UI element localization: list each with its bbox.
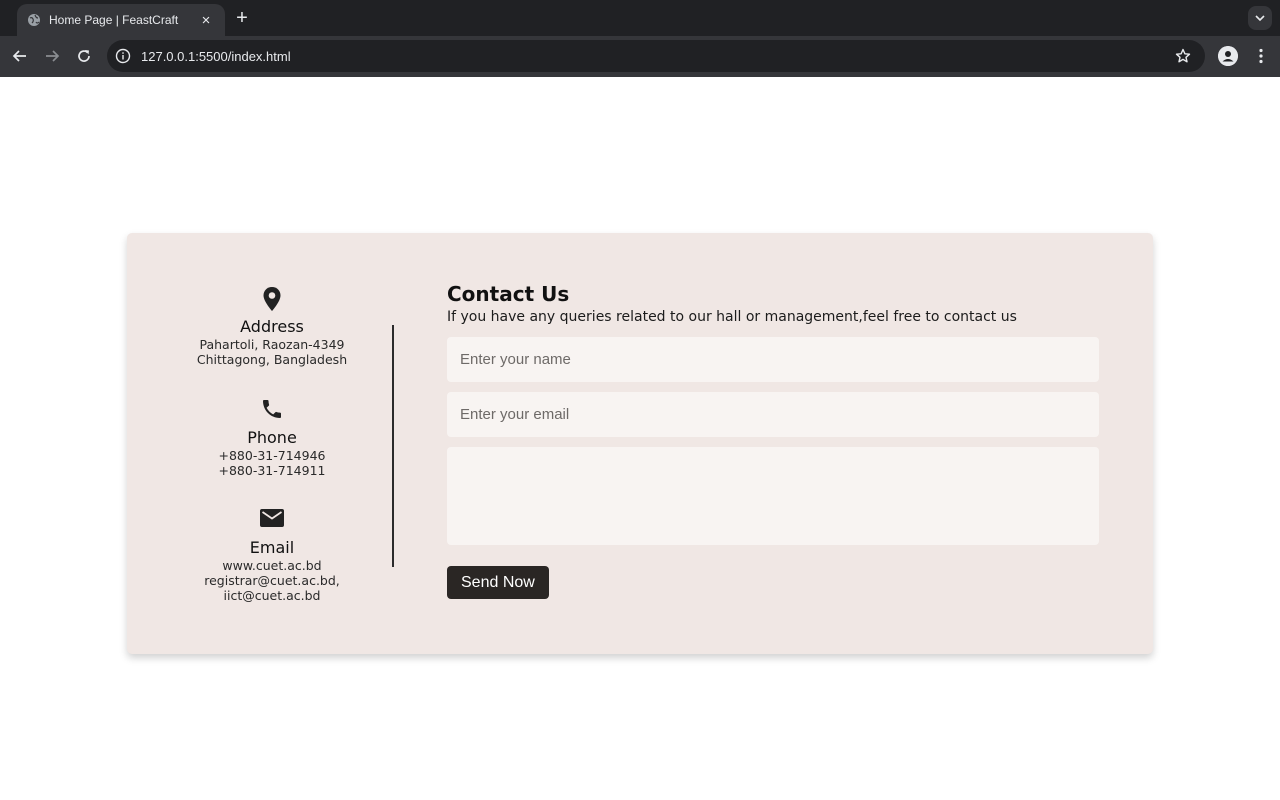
- tab-strip: Home Page | FeastCraft × +: [0, 0, 1280, 36]
- name-input[interactable]: [447, 337, 1099, 382]
- contact-info-column: Address Pahartoli, Raozan-4349 Chittagon…: [127, 233, 417, 654]
- new-tab-button[interactable]: +: [231, 7, 253, 29]
- address-line: Chittagong, Bangladesh: [196, 352, 348, 367]
- url-text: 127.0.0.1:5500/index.html: [141, 48, 291, 64]
- back-button[interactable]: [8, 44, 32, 68]
- reload-icon: [78, 50, 90, 62]
- bookmark-star-icon[interactable]: [1173, 46, 1193, 66]
- phone-icon: [263, 400, 281, 418]
- arrow-left-icon: [12, 50, 26, 62]
- browser-tab[interactable]: Home Page | FeastCraft ×: [17, 4, 225, 36]
- email-line: registrar@cuet.ac.bd,: [204, 573, 340, 588]
- forward-button[interactable]: [40, 44, 64, 68]
- browser-toolbar: 127.0.0.1:5500/index.html: [0, 36, 1280, 77]
- browser-menu-icon[interactable]: [1250, 44, 1272, 68]
- send-now-button[interactable]: Send Now: [447, 566, 549, 599]
- address-heading: Address: [240, 317, 304, 336]
- site-info-icon[interactable]: [115, 48, 131, 64]
- address-line: Pahartoli, Raozan-4349: [199, 337, 345, 352]
- message-textarea[interactable]: [447, 447, 1099, 545]
- email-line: www.cuet.ac.bd: [222, 558, 322, 573]
- phone-block: Phone +880-31-714946 +880-31-714911: [127, 397, 417, 478]
- email-input[interactable]: [447, 392, 1099, 437]
- address-block: Address Pahartoli, Raozan-4349 Chittagon…: [127, 286, 417, 367]
- map-pin-icon: [263, 287, 281, 311]
- envelope-icon: [260, 509, 284, 527]
- tab-search-button[interactable]: [1248, 6, 1272, 30]
- arrow-right-icon: [46, 50, 60, 62]
- phone-line: +880-31-714946: [218, 448, 326, 463]
- phone-heading: Phone: [247, 428, 297, 447]
- address-bar[interactable]: 127.0.0.1:5500/index.html: [107, 40, 1205, 72]
- email-line: iict@cuet.ac.bd: [223, 588, 321, 603]
- tab-close-icon[interactable]: ×: [197, 11, 215, 29]
- contact-card: Address Pahartoli, Raozan-4349 Chittagon…: [127, 233, 1153, 654]
- chevron-down-icon: [1255, 15, 1265, 22]
- form-title: Contact Us: [447, 282, 570, 306]
- email-block: Email www.cuet.ac.bd registrar@cuet.ac.b…: [127, 507, 417, 603]
- profile-avatar-icon[interactable]: [1218, 46, 1238, 66]
- reload-button[interactable]: [72, 44, 96, 68]
- email-heading: Email: [249, 538, 295, 557]
- phone-line: +880-31-714911: [218, 463, 326, 478]
- globe-icon: [27, 13, 41, 27]
- contact-form: Contact Us If you have any queries relat…: [447, 281, 1099, 599]
- form-subtitle: If you have any queries related to our h…: [447, 309, 1017, 325]
- vertical-divider: [392, 325, 394, 567]
- tab-title: Home Page | FeastCraft: [49, 13, 179, 27]
